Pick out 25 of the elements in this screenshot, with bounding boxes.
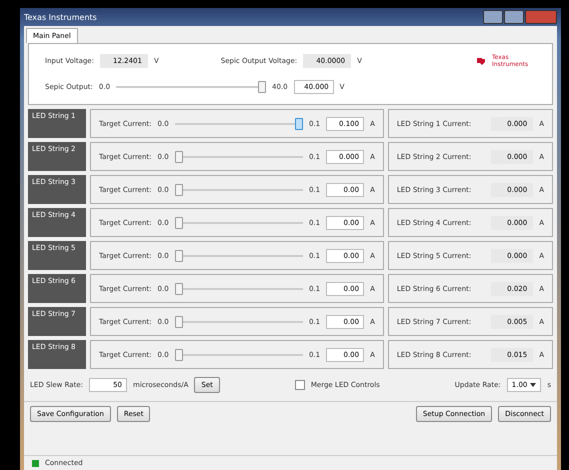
close-icon[interactable]	[525, 10, 557, 24]
slider[interactable]	[174, 250, 303, 262]
logo-icon	[476, 56, 486, 66]
slider-thumb[interactable]	[174, 184, 183, 196]
dropdown-arrow-icon	[530, 383, 536, 387]
slider[interactable]	[174, 118, 303, 130]
slider-thumb[interactable]	[174, 150, 183, 162]
slider[interactable]	[116, 81, 266, 93]
slider[interactable]	[174, 316, 303, 328]
maximize-icon[interactable]	[504, 10, 524, 24]
slider-thumb[interactable]	[258, 81, 266, 93]
checkbox[interactable]	[294, 380, 305, 390]
window-title: Texas Instruments	[24, 12, 97, 22]
slider-thumb[interactable]	[174, 216, 183, 228]
minimize-icon[interactable]	[483, 10, 503, 24]
slider-thumb[interactable]	[174, 282, 183, 294]
slider[interactable]	[174, 348, 303, 360]
slider[interactable]	[174, 216, 303, 228]
slider-thumb[interactable]	[174, 316, 183, 328]
slider[interactable]	[174, 184, 303, 196]
slider[interactable]	[174, 150, 303, 162]
slider[interactable]	[174, 282, 303, 294]
slider-thumb[interactable]	[174, 250, 183, 262]
slider-thumb[interactable]	[294, 118, 303, 130]
slider-thumb[interactable]	[174, 348, 183, 360]
